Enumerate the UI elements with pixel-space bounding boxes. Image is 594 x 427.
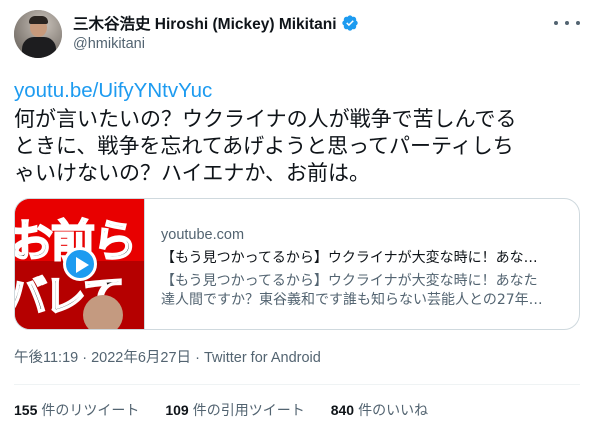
retweets-label: 件のリツイート: [41, 403, 140, 419]
author-handle[interactable]: @hmikitani: [73, 36, 145, 52]
avatar[interactable]: [14, 10, 62, 58]
more-dots-icon[interactable]: [554, 16, 580, 30]
card-description-line: 達人間ですか？東谷義和です誰も知らない芸能人との27年…: [161, 292, 543, 308]
tweet-date[interactable]: 2022年6月27日: [91, 350, 191, 366]
engagement-stats: 155 件のリツイート 109 件の引用ツイート 840 件のいいね: [14, 400, 454, 420]
card-domain: youtube.com: [161, 227, 245, 243]
quotes-stat[interactable]: 109 件の引用ツイート: [165, 400, 304, 420]
display-name[interactable]: 三木谷浩史 Hiroshi (Mickey) Mikitani: [73, 12, 337, 34]
tweet-text-line: ゃいけないの？ハイエナか、お前は。: [14, 161, 370, 185]
tweet: 三木谷浩史 Hiroshi (Mickey) Mikitani @hmikita…: [0, 0, 594, 427]
likes-label: 件のいいね: [358, 403, 429, 419]
tweet-source-app[interactable]: Twitter for Android: [204, 350, 321, 366]
tweet-text: 何が言いたいの？ウクライナの人が戦争で苦しんでる ときに、戦争を忘れてあげようと…: [14, 106, 586, 187]
play-icon[interactable]: [63, 247, 97, 281]
verified-badge-icon: [341, 14, 359, 32]
video-thumbnail[interactable]: お前ら バレてる: [15, 199, 145, 329]
retweets-count: 155: [14, 402, 38, 418]
card-info: youtube.com 【もう見つかってるから】ウクライナが大変な時に！あな… …: [161, 227, 573, 310]
card-description: 【もう見つかってるから】ウクライナが大変な時に！あなた 達人間ですか？東谷義和で…: [161, 272, 573, 310]
meta-separator: ·: [191, 350, 204, 366]
retweets-stat[interactable]: 155 件のリツイート: [14, 400, 139, 420]
quotes-count: 109: [165, 402, 189, 418]
quotes-label: 件の引用ツイート: [192, 403, 305, 419]
tweet-link[interactable]: youtu.be/UifyYNtvYuc: [14, 79, 212, 103]
likes-stat[interactable]: 840 件のいいね: [331, 400, 428, 420]
tweet-meta: 午後11:19 · 2022年6月27日 · Twitter for Andro…: [14, 346, 321, 367]
card-title: 【もう見つかってるから】ウクライナが大変な時に！あな…: [161, 250, 538, 266]
meta-separator: ·: [78, 350, 92, 366]
tweet-text-line: 何が言いたいの？ウクライナの人が戦争で苦しんでる: [14, 107, 517, 131]
tweet-text-line: ときに、戦争を忘れてあげようと思ってパーティしち: [14, 134, 514, 158]
likes-count: 840: [330, 402, 355, 418]
author-name-row[interactable]: 三木谷浩史 Hiroshi (Mickey) Mikitani: [73, 12, 359, 34]
tweet-time[interactable]: 午後11:19: [14, 350, 78, 366]
link-card[interactable]: お前ら バレてる youtube.com 【もう見つかってるから】ウクライナが大…: [14, 198, 580, 330]
divider: [14, 384, 580, 385]
card-description-line: 【もう見つかってるから】ウクライナが大変な時に！あなた: [161, 273, 538, 289]
